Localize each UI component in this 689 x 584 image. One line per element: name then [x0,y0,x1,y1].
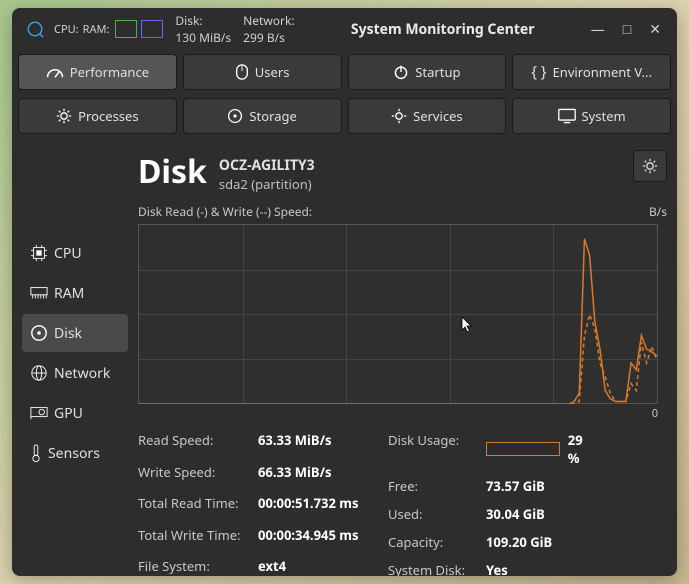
gpu-icon [30,406,48,420]
mini-monitor: CPU: RAM: [54,22,109,37]
axis-zero: 0 [138,406,658,421]
disk-mini: Disk: 130 MiB/s [175,12,231,46]
ram-icon [30,286,48,300]
tab-startup[interactable]: Startup [348,54,507,90]
disk-speed-chart [138,224,658,404]
cpu-icon [30,244,48,262]
sidebar-item-cpu[interactable]: CPU [22,234,128,272]
main-tabs-row1: Performance Users Startup { } Environmen… [12,50,677,94]
section-title: Disk [138,150,207,193]
gear-icon [391,108,407,124]
maximize-button[interactable]: □ [623,20,631,39]
disk-settings-button[interactable] [633,150,667,182]
disk-panel: Disk OCZ-AGILITY3 sda2 (partition) Disk … [128,150,667,576]
close-button[interactable]: ✕ [649,20,661,39]
app-window: CPU: RAM: Disk: 130 MiB/s Network: 299 B… [12,8,677,576]
tab-storage[interactable]: Storage [183,98,342,134]
mouse-icon [235,64,249,80]
cpu-label: CPU: [54,22,79,37]
thermometer-icon [30,444,42,462]
disk-icon [30,324,48,342]
main-tabs-row2: Processes Storage Services System [12,94,677,138]
tab-environment[interactable]: { } Environment V... [512,54,671,90]
titlebar: CPU: RAM: Disk: 130 MiB/s Network: 299 B… [12,8,677,50]
tab-system[interactable]: System [512,98,671,134]
sidebar-item-gpu[interactable]: GPU [22,394,128,432]
device-partition: sda2 (partition) [219,175,315,193]
window-title: System Monitoring Center [295,20,591,39]
sidebar-item-disk[interactable]: Disk [22,314,128,352]
gear-icon [642,158,658,174]
globe-icon [30,364,48,382]
usage-bar: 29 % [486,431,586,467]
network-mini: Network: 299 B/s [243,12,295,46]
disk-icon [227,108,243,124]
app-icon [26,20,44,38]
tab-processes[interactable]: Processes [18,98,177,134]
speedometer-icon [46,65,64,79]
device-name: OCZ-AGILITY3 [219,156,315,175]
tab-users[interactable]: Users [183,54,342,90]
disk-stats: Read Speed:63.33 MiB/s Write Speed:66.33… [138,431,667,576]
sidebar-item-ram[interactable]: RAM [22,274,128,312]
tab-performance[interactable]: Performance [18,54,177,90]
sidebar-item-network[interactable]: Network [22,354,128,392]
braces-icon: { } [531,62,546,82]
sidebar-item-sensors[interactable]: Sensors [22,434,128,472]
monitor-icon [558,108,576,124]
gear-icon [56,108,72,124]
graph-label: Disk Read (-) & Write (--) Speed: [138,203,312,220]
power-icon [393,64,409,80]
ram-label: RAM: [83,22,110,37]
perf-sidebar: CPU RAM Disk Network GPU Sensors [22,150,128,576]
graph-unit: B/s [649,203,667,220]
tab-services[interactable]: Services [348,98,507,134]
minimize-button[interactable]: — [591,20,605,39]
